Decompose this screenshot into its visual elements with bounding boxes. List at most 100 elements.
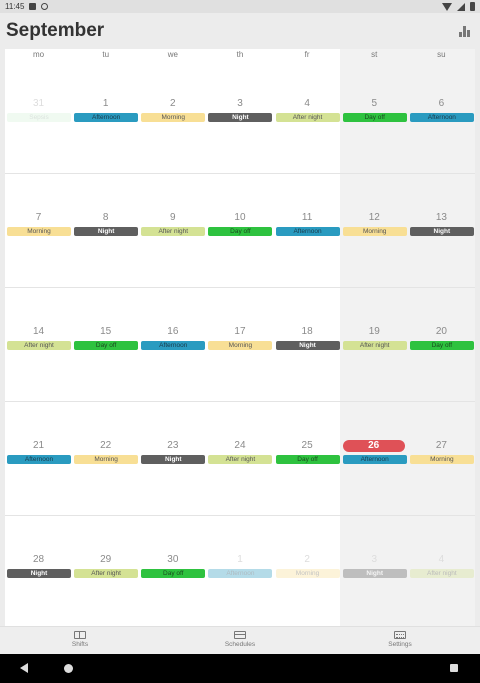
day-number: 13 — [435, 212, 447, 223]
shift-badge: Day off — [74, 341, 139, 350]
nav-shifts-label: Shifts — [71, 641, 89, 648]
shift-badge: Night — [141, 455, 206, 464]
shift-badge: Night — [275, 341, 340, 350]
day-number: 7 — [35, 212, 42, 223]
calendar-day[interactable]: 11 Afternoon — [274, 174, 341, 288]
calendar-day[interactable]: 9 After night — [139, 174, 206, 288]
calendar-day[interactable]: 3 Night — [341, 516, 408, 630]
shift-badge: Sepsis — [7, 113, 71, 122]
calendar-day[interactable]: 7 Morning — [5, 174, 72, 288]
shift-badge: Night — [342, 569, 407, 578]
bottom-navigation: Shifts Schedules Settings — [0, 626, 480, 654]
shift-badge: Afternoon — [74, 113, 139, 122]
day-number: 24 — [234, 440, 246, 451]
day-number: 2 — [304, 554, 310, 565]
calendar-day[interactable]: 23 Night — [139, 402, 206, 516]
calendar-day[interactable]: 12 Morning — [341, 174, 408, 288]
month-calendar: mo tu we th fr st su 31 Sepsis 1 Afternoon 2… — [5, 49, 475, 626]
shift-badge: Morning — [409, 455, 474, 464]
system-navigation-bar — [0, 654, 480, 683]
nav-shifts[interactable]: Shifts — [0, 627, 160, 654]
day-number: 3 — [237, 98, 243, 109]
calendar-day[interactable]: 28 Night — [5, 516, 72, 630]
weekday-label: st — [371, 50, 378, 59]
day-number: 29 — [100, 554, 112, 565]
calendar-day[interactable]: 17 Morning — [206, 288, 273, 402]
calendar-day[interactable]: 29 After night — [72, 516, 139, 630]
day-number: 12 — [368, 212, 380, 223]
calendar-day[interactable]: 21 Afternoon — [5, 402, 72, 516]
stats-icon[interactable] — [459, 25, 471, 37]
calendar-day[interactable]: 30 Day off — [139, 516, 206, 630]
day-number: 21 — [33, 440, 45, 451]
calendar-day[interactable]: 22 Morning — [72, 402, 139, 516]
shift-badge: Morning — [275, 569, 340, 578]
calendar-day[interactable]: 1 Afternoon — [206, 516, 273, 630]
shift-badge: Morning — [141, 113, 206, 122]
signal-icon — [457, 2, 465, 11]
calendar-day[interactable]: 10 Day off — [206, 174, 273, 288]
day-number: 20 — [435, 326, 447, 337]
calendar-day[interactable]: 14 After night — [5, 288, 72, 402]
day-number: 27 — [435, 440, 447, 451]
shift-badge: Night — [409, 227, 474, 236]
shift-badge: Morning — [208, 341, 273, 350]
calendar-day[interactable]: 13 Night — [408, 174, 475, 288]
calendar-day[interactable]: 20 Day off — [408, 288, 475, 402]
shift-badge: After night — [275, 113, 340, 122]
day-number: 19 — [368, 326, 380, 337]
shift-badge: Day off — [409, 341, 474, 350]
shift-badge: Night — [7, 569, 71, 578]
calendar-day[interactable]: 2 Morning — [139, 61, 206, 175]
weekday-header: mo tu we th fr st su — [5, 49, 475, 61]
wifi-icon — [442, 2, 452, 11]
shift-badge: Morning — [7, 227, 71, 236]
calendar-day[interactable]: 25 Day off — [274, 402, 341, 516]
calendar-day[interactable]: 8 Night — [72, 174, 139, 288]
calendar-day[interactable]: 5 Day off — [341, 61, 408, 175]
weekday-label: we — [167, 50, 178, 59]
day-number: 25 — [301, 440, 313, 451]
calendar-day[interactable]: 27 Morning — [408, 402, 475, 516]
day-number: 5 — [371, 98, 378, 109]
day-number: 14 — [33, 326, 45, 337]
calendar-week: 21 Afternoon 22 Morning 23 Night 24 After night… — [5, 401, 475, 515]
calendar-day[interactable]: 4 After night — [274, 61, 341, 175]
calendar-day[interactable]: 4 After night — [408, 516, 475, 630]
shift-badge: Day off — [208, 227, 273, 236]
calendar-day[interactable]: 15 Day off — [72, 288, 139, 402]
calendar-day[interactable]: 6 Afternoon — [408, 61, 475, 175]
calendar-day[interactable]: 1 Afternoon — [72, 61, 139, 175]
day-number: 16 — [167, 326, 179, 337]
calendar-day[interactable]: 18 Night — [274, 288, 341, 402]
recent-apps-icon[interactable] — [450, 664, 458, 672]
page-title: September — [6, 20, 105, 41]
shift-badge: Afternoon — [141, 341, 206, 350]
day-number: 17 — [234, 326, 246, 337]
calendar-day[interactable]: 3 Night — [206, 61, 273, 175]
back-icon[interactable] — [20, 663, 28, 673]
home-icon[interactable] — [64, 664, 73, 673]
status-bar: 11:45 — [0, 0, 480, 13]
calendar-day[interactable]: 2 Morning — [274, 516, 341, 630]
day-number: 3 — [371, 554, 378, 565]
calendar-week: 7 Morning 8 Night 9 After night 10 Day off 11 Aft… — [5, 173, 475, 287]
shift-badge: Afternoon — [275, 227, 340, 236]
battery-icon — [470, 2, 475, 11]
nav-schedules[interactable]: Schedules — [160, 627, 320, 654]
sync-icon — [41, 3, 49, 10]
day-number: 8 — [102, 212, 109, 223]
shift-badge: After night — [7, 341, 71, 350]
day-number: 4 — [304, 98, 310, 109]
calendar-day[interactable]: 19 After night — [341, 288, 408, 402]
day-number: 6 — [438, 98, 445, 109]
calendar-day[interactable]: 31 Sepsis — [5, 61, 72, 175]
shift-badge: Day off — [342, 113, 407, 122]
calendar-day[interactable]: 26 Afternoon — [341, 402, 408, 516]
shift-badge: Afternoon — [208, 569, 273, 578]
calendar-day[interactable]: 24 After night — [206, 402, 273, 516]
weekday-label: th — [236, 50, 244, 59]
shift-badge: After night — [342, 341, 407, 350]
nav-settings[interactable]: Settings — [320, 627, 480, 654]
calendar-day[interactable]: 16 Afternoon — [139, 288, 206, 402]
